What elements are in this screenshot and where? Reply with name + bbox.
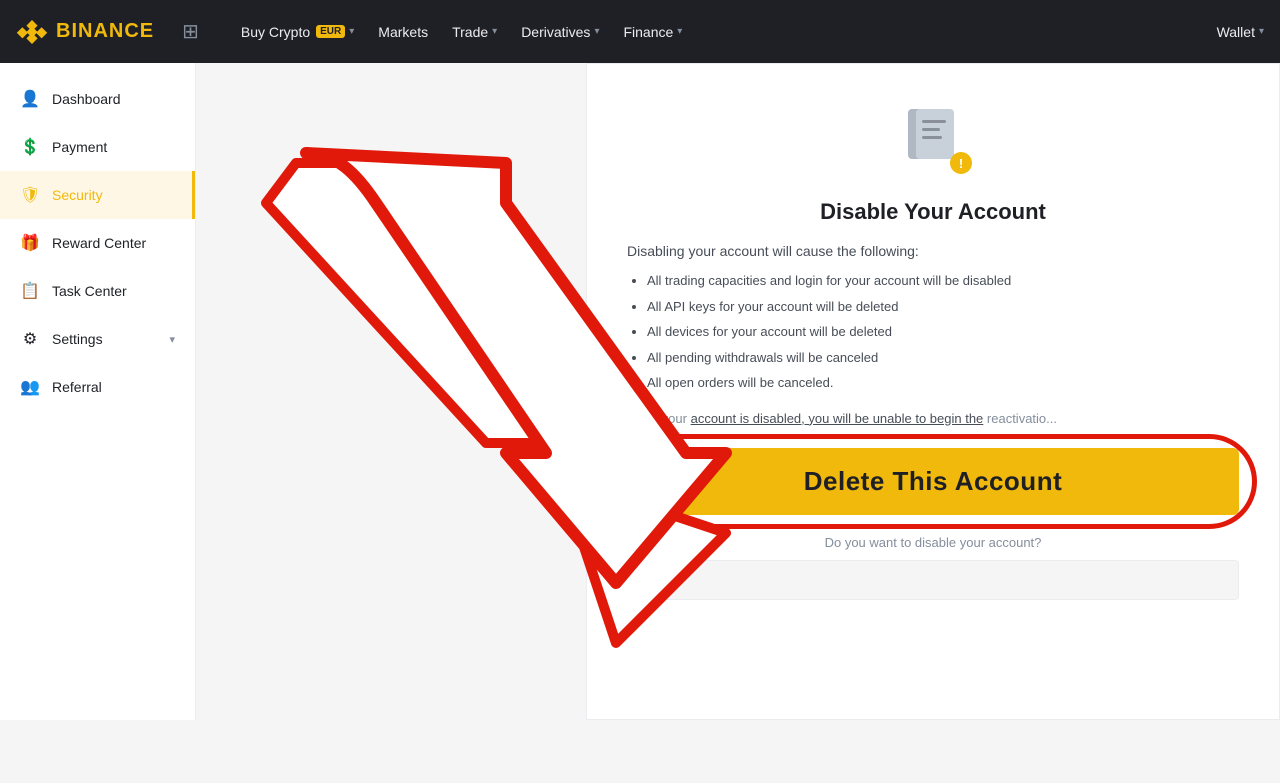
reward-icon: 🎁 bbox=[20, 233, 40, 253]
bullet-item: All open orders will be canceled. bbox=[647, 373, 1239, 393]
bullet-item: All API keys for your account will be de… bbox=[647, 297, 1239, 317]
main-content: ! Disable Your Account Disabling your ac… bbox=[196, 63, 1280, 720]
nav-derivatives[interactable]: Derivatives ▾ bbox=[511, 18, 609, 46]
layout: 👤 Dashboard 💲 Payment 🛡 Security 🎁 Rewar… bbox=[0, 63, 1280, 720]
disable-account-card: ! Disable Your Account Disabling your ac… bbox=[586, 63, 1280, 720]
settings-chevron-icon: ▾ bbox=[169, 333, 175, 346]
referral-icon: 👥 bbox=[20, 377, 40, 397]
payment-icon: 💲 bbox=[20, 137, 40, 157]
sidebar-item-task-center[interactable]: 📋 Task Center bbox=[0, 267, 195, 315]
sidebar: 👤 Dashboard 💲 Payment 🛡 Security 🎁 Rewar… bbox=[0, 63, 196, 720]
main-nav: Buy Crypto EUR ▾ Markets Trade ▾ Derivat… bbox=[231, 18, 692, 46]
sidebar-item-reward-center[interactable]: 🎁 Reward Center bbox=[0, 219, 195, 267]
card-title: Disable Your Account bbox=[627, 199, 1239, 225]
warning-badge: ! bbox=[950, 152, 972, 174]
delete-account-button[interactable]: Delete This Account bbox=[627, 448, 1239, 515]
nav-markets[interactable]: Markets bbox=[368, 18, 438, 46]
nav-buy-crypto[interactable]: Buy Crypto EUR ▾ bbox=[231, 18, 364, 46]
nav-finance[interactable]: Finance ▾ bbox=[613, 18, 692, 46]
header: BINANCE ⊞ Buy Crypto EUR ▾ Markets Trade… bbox=[0, 0, 1280, 63]
sidebar-item-security[interactable]: 🛡 Security bbox=[0, 171, 195, 219]
task-icon: 📋 bbox=[20, 281, 40, 301]
disable-question: Do you want to disable your account? bbox=[627, 535, 1239, 550]
nav-trade[interactable]: Trade ▾ bbox=[442, 18, 507, 46]
header-right: Wallet ▾ bbox=[1217, 24, 1264, 40]
settings-icon: ⚙ bbox=[20, 329, 40, 349]
bullet-item: All trading capacities and login for you… bbox=[647, 271, 1239, 291]
binance-logo-icon bbox=[16, 16, 48, 48]
sidebar-item-settings[interactable]: ⚙ Settings ▾ bbox=[0, 315, 195, 363]
card-subtitle: Disabling your account will cause the fo… bbox=[627, 243, 1239, 259]
sidebar-item-referral[interactable]: 👥 Referral bbox=[0, 363, 195, 411]
card-note: Once your account is disabled, you will … bbox=[627, 409, 1239, 429]
account-icon: ! bbox=[898, 104, 968, 174]
account-input[interactable] bbox=[627, 560, 1239, 600]
bullet-item: All pending withdrawals will be canceled bbox=[647, 348, 1239, 368]
logo-text: BINANCE bbox=[56, 20, 154, 43]
sidebar-item-payment[interactable]: 💲 Payment bbox=[0, 123, 195, 171]
account-icon-area: ! bbox=[627, 104, 1239, 179]
bullet-item: All devices for your account will be del… bbox=[647, 322, 1239, 342]
grid-icon[interactable]: ⊞ bbox=[182, 19, 199, 44]
sidebar-item-dashboard[interactable]: 👤 Dashboard bbox=[0, 75, 195, 123]
dashboard-icon: 👤 bbox=[20, 89, 40, 109]
security-icon: 🛡 bbox=[20, 185, 40, 205]
bullet-list: All trading capacities and login for you… bbox=[627, 271, 1239, 393]
logo-area[interactable]: BINANCE bbox=[16, 16, 154, 48]
delete-button-wrap: Delete This Account bbox=[627, 448, 1239, 515]
wallet-button[interactable]: Wallet ▾ bbox=[1217, 24, 1264, 40]
